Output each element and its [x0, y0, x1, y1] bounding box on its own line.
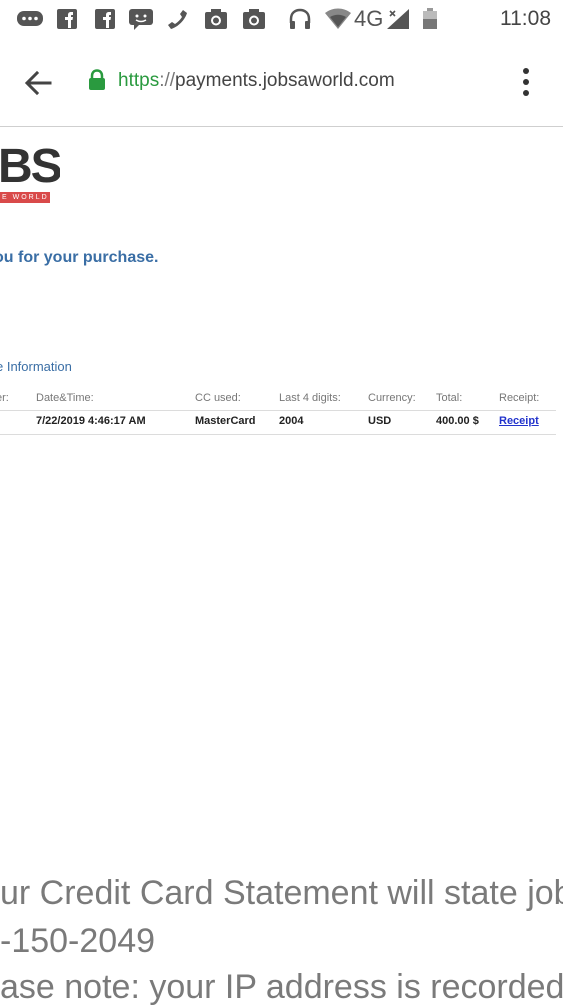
receipt-link[interactable]: Receipt: [499, 415, 539, 427]
header-last4: Last 4 digits:: [279, 392, 341, 404]
facebook-icon: [57, 9, 77, 29]
address-bar[interactable]: https://payments.jobsaworld.com: [118, 70, 395, 92]
ip-notice: ase note: your IP address is recorded f: [0, 968, 563, 1006]
url-host: payments.jobsaworld.com: [175, 70, 395, 91]
cell-date-time: 7/22/2019 4:46:17 AM: [36, 415, 146, 427]
header-order-number: er:: [0, 392, 9, 404]
header-currency: Currency:: [368, 392, 416, 404]
browser-toolbar: https://payments.jobsaworld.com: [0, 40, 563, 127]
header-receipt: Receipt:: [499, 392, 540, 404]
site-logo: BS E WORLD: [0, 142, 60, 204]
lock-icon: [89, 69, 105, 90]
back-button[interactable]: [20, 65, 56, 101]
url-separator: ://: [159, 70, 176, 91]
clock: 11:08: [500, 7, 551, 30]
status-bar: 4G 11:08: [0, 0, 563, 40]
logo-strip: E WORLD: [0, 192, 50, 203]
header-divider: [0, 410, 556, 411]
logo-strip-text: E WORLD: [2, 194, 49, 201]
chat-icon: [129, 9, 153, 30]
statement-notice: ur Credit Card Statement will state job: [0, 874, 563, 912]
cell-currency: USD: [368, 415, 392, 427]
header-total: Total:: [436, 392, 463, 404]
logo-text: BS: [0, 142, 60, 193]
header-date-time: Date&Time:: [36, 392, 94, 404]
phone-icon: [168, 10, 187, 29]
camera-icon: [205, 9, 227, 29]
phone-number: -150-2049: [0, 922, 156, 960]
wifi-icon: [325, 8, 351, 29]
signal-icon: [387, 9, 409, 29]
cell-cc-used: MasterCard: [195, 415, 256, 427]
header-cc-used: CC used:: [195, 392, 241, 404]
headphones-icon: [289, 8, 311, 29]
row-divider: [0, 434, 556, 435]
camera-icon: [243, 9, 265, 29]
battery-icon: [423, 8, 437, 29]
messages-icon: [17, 11, 43, 26]
url-scheme: https: [118, 70, 160, 91]
cell-total: 400.00 $: [436, 415, 479, 427]
purchase-information-title: e Information: [0, 359, 72, 374]
overflow-menu-button[interactable]: [516, 66, 536, 98]
cell-last4: 2004: [279, 415, 304, 427]
network-type-label: 4G: [354, 6, 384, 31]
thank-you-message: ou for your purchase.: [0, 249, 159, 266]
facebook-icon: [95, 9, 115, 29]
